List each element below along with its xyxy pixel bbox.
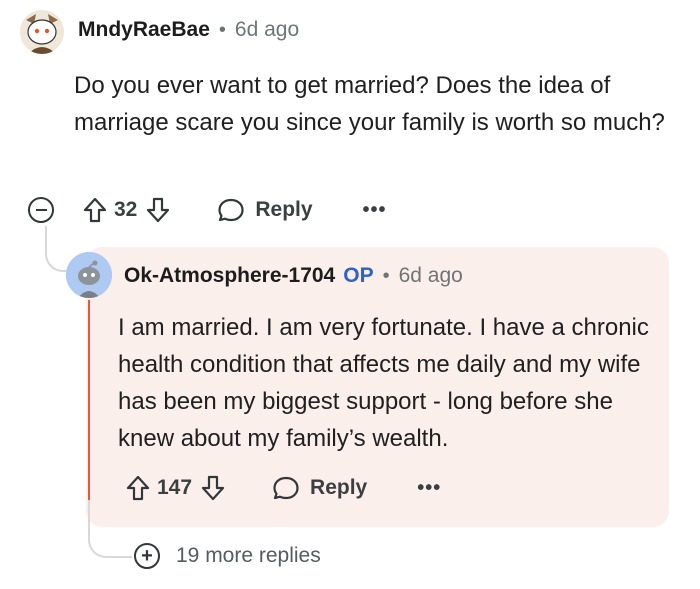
plus-icon: + xyxy=(134,543,160,569)
username[interactable]: MndyRaeBae xyxy=(78,18,210,42)
more-options-icon[interactable]: ••• xyxy=(363,199,387,222)
downvote-icon[interactable] xyxy=(145,196,171,224)
more-replies-label: 19 more replies xyxy=(176,544,321,567)
comment-author-row: MndyRaeBae • 6d ago xyxy=(78,18,299,42)
minus-icon xyxy=(35,209,47,211)
reply-vote-count: 147 xyxy=(157,476,193,499)
speech-bubble-icon xyxy=(218,198,244,222)
vote-count: 32 xyxy=(114,198,138,221)
reply-label: Reply xyxy=(255,198,313,221)
snoo-avatar-icon xyxy=(20,10,64,54)
reply-timestamp: 6d ago xyxy=(398,264,463,287)
downvote-icon[interactable] xyxy=(200,474,226,502)
op-badge: OP xyxy=(343,264,374,287)
collapse-thread-button[interactable] xyxy=(28,197,54,223)
more-replies-button[interactable]: + 19 more replies xyxy=(134,543,321,569)
comment-actions: 32 Reply ••• xyxy=(28,196,387,224)
comment-body: Do you ever want to get married? Does th… xyxy=(74,72,665,136)
reply-accent-bar xyxy=(88,300,90,527)
reply-author-row: Ok-Atmosphere-1704 OP • 6d ago xyxy=(124,264,463,288)
more-options-icon[interactable]: ••• xyxy=(417,477,441,500)
reply-username[interactable]: Ok-Atmosphere-1704 xyxy=(124,264,335,288)
reply-reply-button[interactable]: Reply xyxy=(272,475,367,501)
upvote-icon[interactable] xyxy=(82,196,108,224)
avatar[interactable] xyxy=(20,10,64,54)
separator-dot: • xyxy=(382,264,390,287)
snoo-avatar-icon xyxy=(66,252,112,298)
reply-button[interactable]: Reply xyxy=(217,197,313,223)
reply-avatar[interactable] xyxy=(66,252,112,298)
reply-label: Reply xyxy=(310,476,368,499)
separator-dot: • xyxy=(218,18,226,41)
reply-body: I am married. I am very fortunate. I hav… xyxy=(118,314,649,452)
speech-bubble-icon xyxy=(273,476,299,500)
reply-actions: 147 Reply ••• xyxy=(125,474,441,502)
timestamp: 6d ago xyxy=(234,18,300,41)
upvote-icon[interactable] xyxy=(125,474,151,502)
more-replies-connector xyxy=(88,500,132,558)
